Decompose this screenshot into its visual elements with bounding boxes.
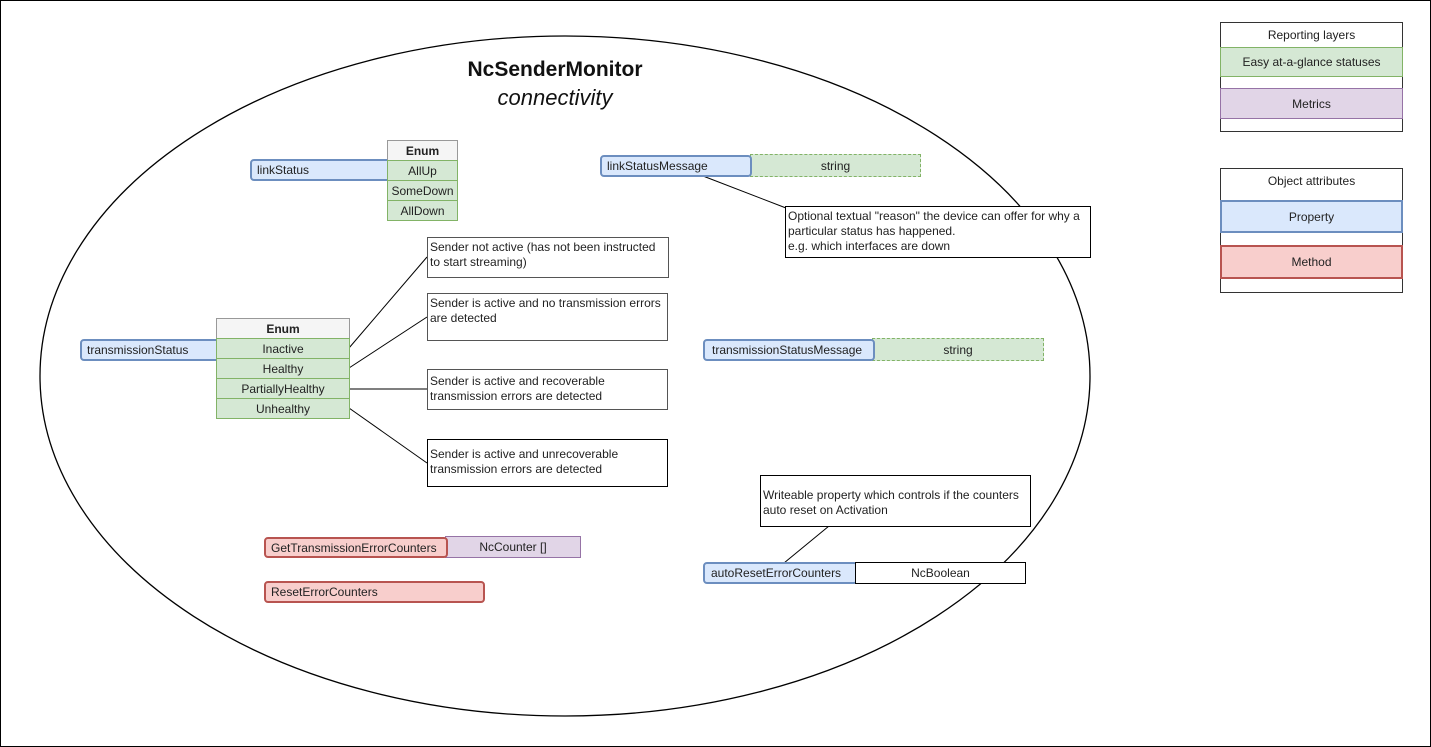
method-label: GetTransmissionErrorCounters bbox=[271, 540, 437, 555]
diagram-subtitle: connectivity bbox=[497, 85, 613, 110]
legend-item-metrics: Metrics bbox=[1220, 88, 1403, 119]
enum-value-inactive[interactable]: Inactive bbox=[216, 338, 350, 359]
property-label: transmissionStatusMessage bbox=[712, 343, 863, 357]
legend-title: Object attributes bbox=[1267, 174, 1356, 188]
property-link-status[interactable]: linkStatus bbox=[250, 159, 392, 181]
legend-item-status: Easy at-a-glance statuses bbox=[1220, 47, 1403, 77]
note-link-status-message: Optional textual "reason" the device can… bbox=[785, 206, 1091, 258]
enum-header: Enum bbox=[216, 318, 350, 339]
property-auto-reset-error-counters[interactable]: autoResetErrorCounters bbox=[703, 562, 858, 584]
method-get-transmission-error-counters[interactable]: GetTransmissionErrorCounters bbox=[264, 537, 448, 558]
note-auto-reset-error-counters: Writeable property which controls if the… bbox=[760, 475, 1031, 527]
type-nccounter-array: NcCounter [] bbox=[445, 536, 581, 558]
enum-header: Enum bbox=[387, 140, 458, 161]
property-label: linkStatusMessage bbox=[607, 159, 708, 173]
enum-value-partially-healthy[interactable]: PartiallyHealthy bbox=[216, 378, 350, 399]
legend-object-attributes: Object attributes Property Method bbox=[1220, 168, 1403, 293]
legend-title: Reporting layers bbox=[1267, 28, 1356, 42]
note-partially-healthy: Sender is active and recoverable transmi… bbox=[427, 369, 668, 410]
legend-item-property: Property bbox=[1220, 200, 1403, 233]
property-link-status-message[interactable]: linkStatusMessage bbox=[600, 155, 752, 177]
enum-value-some-down[interactable]: SomeDown bbox=[387, 180, 458, 201]
diagram-title: NcSenderMonitor bbox=[467, 58, 643, 81]
property-label: autoResetErrorCounters bbox=[711, 566, 842, 580]
method-reset-error-counters[interactable]: ResetErrorCounters bbox=[264, 581, 485, 603]
property-transmission-status-message[interactable]: transmissionStatusMessage bbox=[703, 339, 875, 361]
note-unhealthy: Sender is active and unrecoverable trans… bbox=[427, 439, 668, 487]
type-ncboolean: NcBoolean bbox=[855, 562, 1026, 584]
type-string: string bbox=[872, 338, 1044, 361]
property-label: transmissionStatus bbox=[87, 343, 189, 357]
enum-value-all-down[interactable]: AllDown bbox=[387, 200, 458, 221]
enum-value-healthy[interactable]: Healthy bbox=[216, 358, 350, 379]
note-inactive: Sender not active (has not been instruct… bbox=[427, 237, 669, 278]
diagram-frame bbox=[0, 0, 1431, 747]
note-healthy: Sender is active and no transmission err… bbox=[427, 293, 668, 341]
legend-item-method: Method bbox=[1220, 245, 1403, 279]
enum-value-all-up[interactable]: AllUp bbox=[387, 160, 458, 181]
legend-reporting-layers: Reporting layers Easy at-a-glance status… bbox=[1220, 22, 1403, 132]
enum-value-unhealthy[interactable]: Unhealthy bbox=[216, 398, 350, 419]
property-transmission-status[interactable]: transmissionStatus bbox=[80, 339, 220, 361]
method-label: ResetErrorCounters bbox=[271, 585, 378, 599]
type-string: string bbox=[750, 154, 921, 177]
property-label: linkStatus bbox=[257, 163, 310, 177]
